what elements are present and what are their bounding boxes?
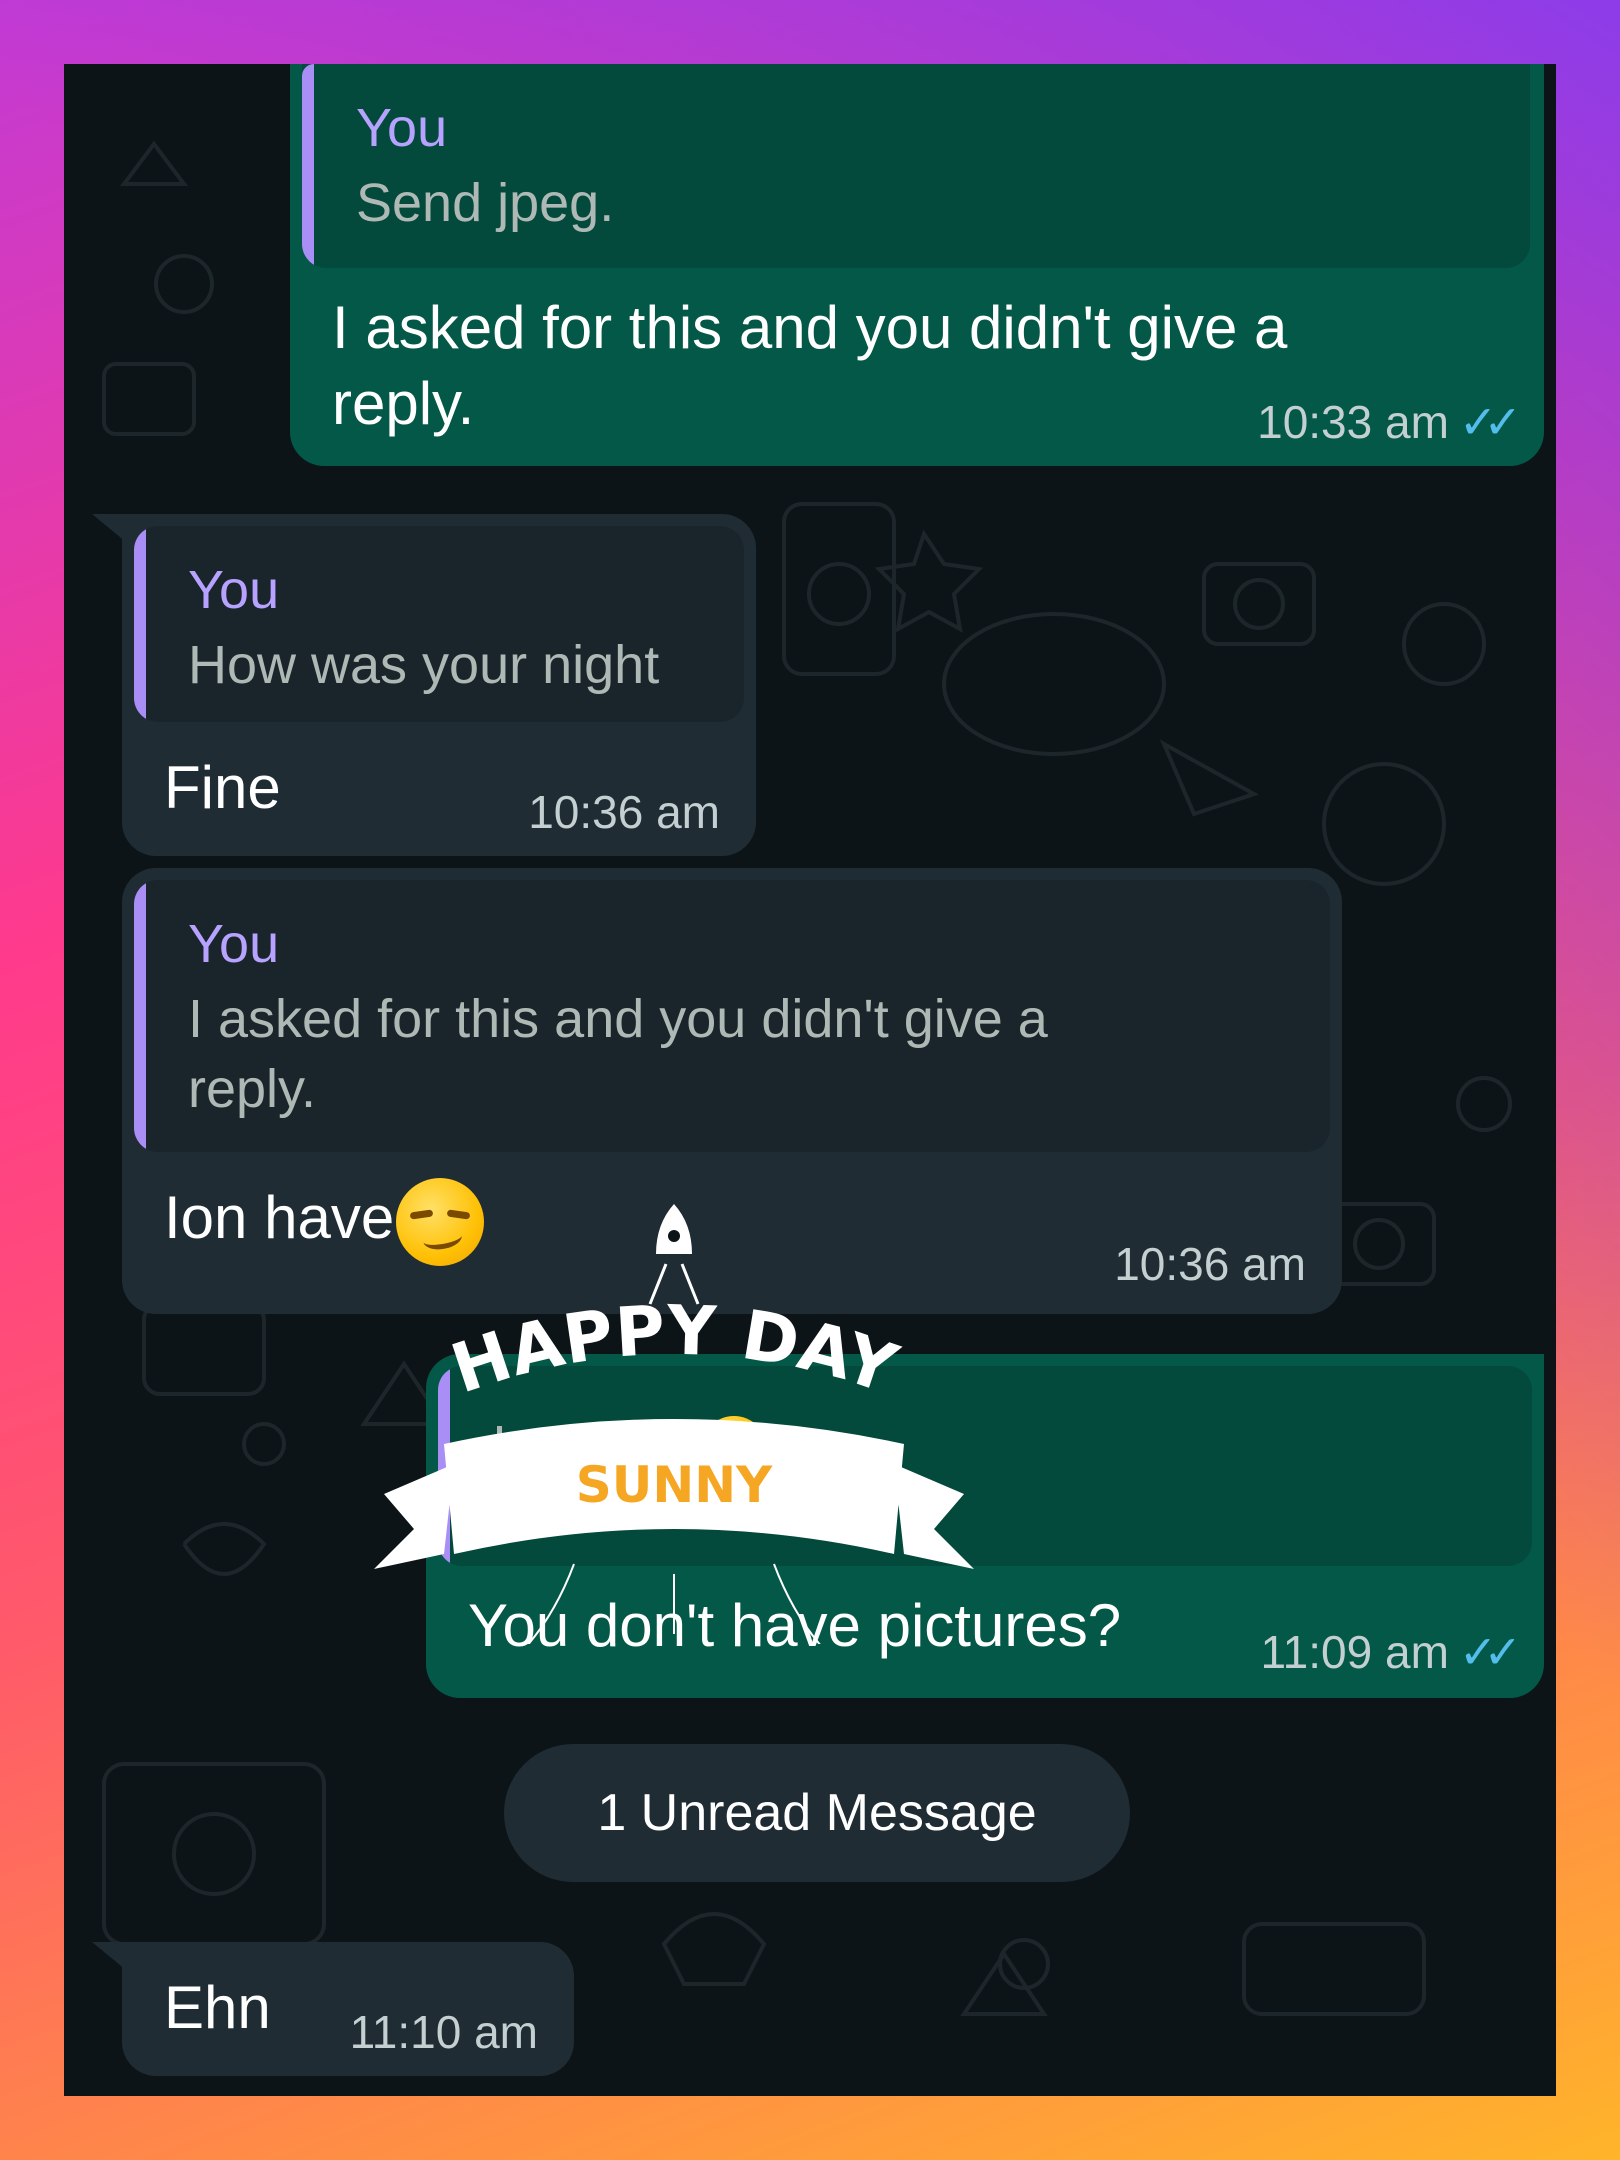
quoted-reply[interactable]: You How was your night bbox=[134, 526, 744, 722]
quote-author: You bbox=[356, 98, 448, 158]
message-time: 10:33 am ✓✓ bbox=[1257, 396, 1522, 448]
message-text: I asked for this and you didn't give a r… bbox=[332, 294, 1288, 437]
time-label: 11:09 am bbox=[1260, 1626, 1449, 1678]
rocket-icon bbox=[648, 1204, 700, 1305]
unread-messages-divider: 1 Unread Message bbox=[504, 1744, 1130, 1882]
message-text: Ehn bbox=[164, 1974, 271, 2041]
quote-author: You bbox=[188, 560, 280, 620]
sticker-title: HAPPY DAY bbox=[442, 1292, 906, 1410]
bubble-tail bbox=[92, 1942, 126, 1970]
message-text-label: Ion have bbox=[164, 1183, 395, 1251]
quote-bar bbox=[134, 880, 146, 1152]
double-check-read-icon: ✓✓ bbox=[1458, 396, 1522, 448]
bubble-tail bbox=[92, 514, 126, 542]
message-time: 11:09 am ✓✓ bbox=[1260, 1626, 1523, 1678]
sticker-subtitle: SUNNY bbox=[576, 1456, 773, 1514]
quoted-reply[interactable]: You I asked for this and you didn't give… bbox=[134, 880, 1330, 1152]
quote-text: How was your night bbox=[188, 635, 660, 695]
double-check-read-icon: ✓✓ bbox=[1458, 1626, 1522, 1678]
message-time: 10:36 am bbox=[1114, 1238, 1306, 1290]
happy-day-sticker: HAPPY DAY SUNNY bbox=[374, 1204, 974, 1644]
sticker-streamers bbox=[527, 1563, 821, 1644]
message-time: 10:36 am bbox=[528, 786, 720, 838]
time-label: 10:33 am bbox=[1257, 396, 1449, 448]
quoted-reply[interactable]: You Send jpeg. bbox=[302, 64, 1530, 268]
message-bubble-outgoing[interactable]: You Send jpeg. I asked for this and you … bbox=[290, 64, 1544, 466]
message-bubble-incoming[interactable]: You How was your night Fine 10:36 am bbox=[122, 514, 756, 856]
quote-author: You bbox=[188, 914, 280, 974]
quote-bar bbox=[134, 526, 146, 722]
quote-text: Send jpeg. bbox=[356, 173, 615, 233]
message-bubble-incoming[interactable]: Ehn 11:10 am bbox=[122, 1942, 574, 2076]
message-text: Fine bbox=[164, 754, 281, 821]
quote-text: I asked for this and you didn't give a r… bbox=[188, 989, 1048, 1119]
message-time: 11:10 am bbox=[349, 2006, 538, 2058]
chat-area: You Send jpeg. I asked for this and you … bbox=[64, 64, 1556, 2096]
quote-bar bbox=[302, 64, 314, 268]
